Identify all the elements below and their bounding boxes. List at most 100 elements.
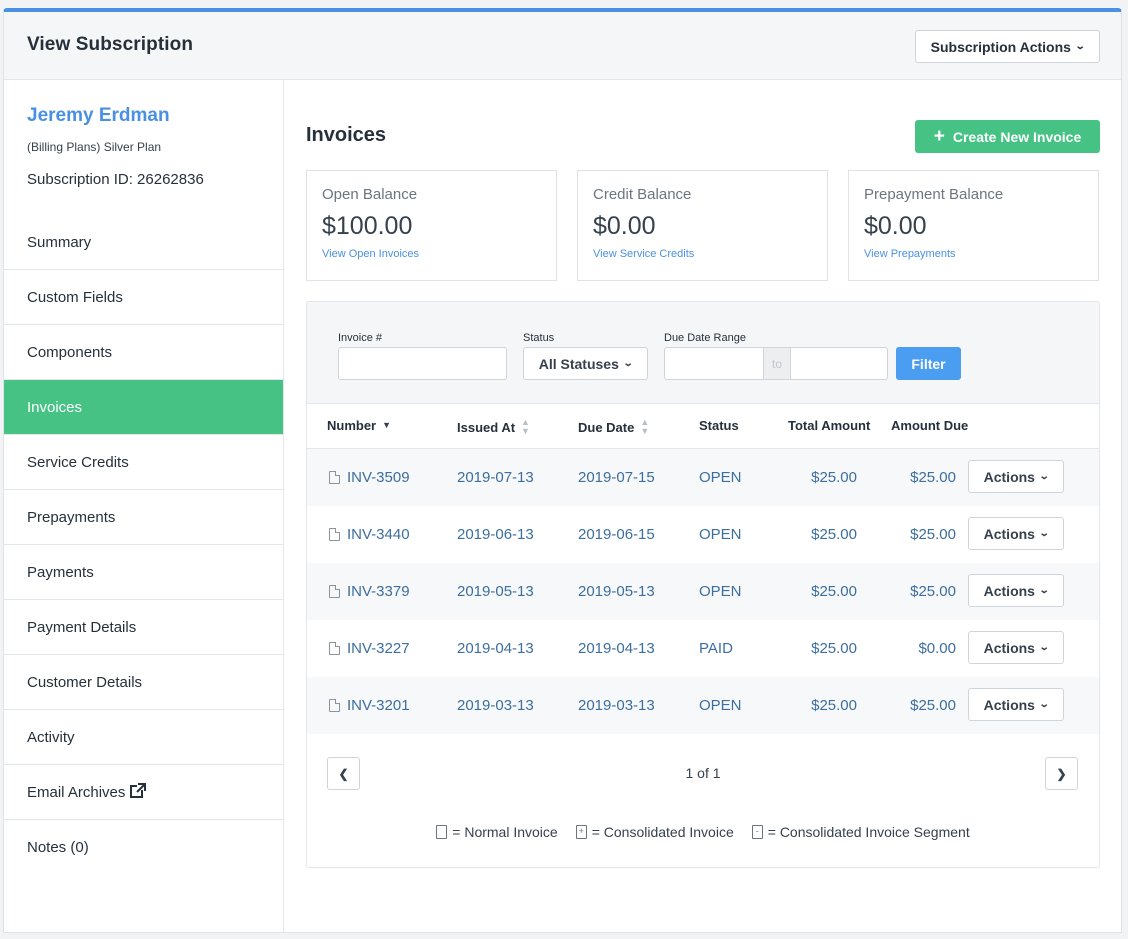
invoice-legend: = Normal Invoice + = Consolidated Invoic… xyxy=(307,824,1099,840)
subscription-actions-button[interactable]: Subscription Actions ⌄ xyxy=(915,30,1100,63)
row-actions-button[interactable]: Actions ⌄ xyxy=(968,574,1064,607)
invoices-title: Invoices xyxy=(306,124,387,146)
plan-name: (Billing Plans) Silver Plan xyxy=(27,140,162,154)
invoice-status: OPEN xyxy=(699,583,742,600)
plus-icon: + xyxy=(933,126,945,147)
next-page-button[interactable]: ❯ xyxy=(1045,757,1078,790)
sidebar-item-custom-fields[interactable]: Custom Fields xyxy=(4,270,283,325)
invoice-number-link[interactable]: INV-3201 xyxy=(329,677,410,734)
sidebar-item-label: Service Credits xyxy=(27,453,129,471)
credit-balance-card: Credit Balance $0.00 View Service Credit… xyxy=(577,170,828,281)
row-actions-label: Actions xyxy=(983,525,1035,542)
column-header-number[interactable]: Number ▼ xyxy=(327,418,391,433)
prepayment-balance-label: Prepayment Balance xyxy=(864,186,1004,203)
amount-due: $25.00 xyxy=(910,526,956,543)
column-header-label: Number xyxy=(327,418,377,433)
filter-button[interactable]: Filter xyxy=(896,347,961,380)
due-date: 2019-07-15 xyxy=(578,469,655,486)
column-header-due-date[interactable]: Due Date ▲ ▼ xyxy=(578,418,649,436)
issued-at: 2019-04-13 xyxy=(457,640,534,657)
issued-at: 2019-03-13 xyxy=(457,697,534,714)
invoice-number-link[interactable]: INV-3509 xyxy=(329,449,410,506)
amount-due: $25.00 xyxy=(910,583,956,600)
sidebar-item-payments[interactable]: Payments xyxy=(4,545,283,600)
sidebar-item-components[interactable]: Components xyxy=(4,325,283,380)
normal-invoice-icon xyxy=(436,825,448,839)
total-amount: $25.00 xyxy=(811,697,857,714)
normal-invoice-icon xyxy=(329,471,340,484)
open-balance-amount: $100.00 xyxy=(322,212,413,240)
chevron-right-icon: ❯ xyxy=(1056,766,1067,781)
sidebar-item-payment-details[interactable]: Payment Details xyxy=(4,600,283,655)
sidebar-item-customer-details[interactable]: Customer Details xyxy=(4,655,283,710)
chevron-down-icon: ⌄ xyxy=(622,358,634,369)
invoice-number-link[interactable]: INV-3440 xyxy=(329,506,410,563)
total-amount: $25.00 xyxy=(811,469,857,486)
sidebar-item-label: Payments xyxy=(27,563,94,581)
column-header-label: Amount Due xyxy=(891,418,969,433)
due-date-range-label: Due Date Range xyxy=(664,332,746,344)
subscription-id: Subscription ID: 26262836 xyxy=(27,171,204,188)
row-actions-button[interactable]: Actions ⌄ xyxy=(968,688,1064,721)
sort-icon: ▲ ▼ xyxy=(521,417,530,436)
issued-at: 2019-05-13 xyxy=(457,583,534,600)
invoice-number-link[interactable]: INV-3379 xyxy=(329,563,410,620)
legend-label: = Normal Invoice xyxy=(452,824,558,840)
sidebar-item-summary[interactable]: Summary xyxy=(4,215,283,270)
sidebar-item-notes[interactable]: Notes (0) xyxy=(4,820,283,875)
sidebar-item-label: Components xyxy=(27,343,113,361)
sidebar-item-label: Activity xyxy=(27,728,75,746)
column-header-issued-at[interactable]: Issued At ▲ ▼ xyxy=(457,418,530,436)
invoice-number: INV-3509 xyxy=(347,469,410,486)
row-actions-label: Actions xyxy=(983,639,1035,656)
invoice-status: OPEN xyxy=(699,526,742,543)
due-date-start-input[interactable] xyxy=(664,347,764,380)
column-header-total-amount: Total Amount xyxy=(788,418,870,433)
column-header-label: Issued At xyxy=(457,419,516,435)
external-link-icon xyxy=(130,782,147,802)
view-open-invoices-link[interactable]: View Open Invoices xyxy=(322,248,419,260)
subscription-actions-label: Subscription Actions xyxy=(930,38,1071,55)
credit-balance-amount: $0.00 xyxy=(593,212,656,240)
view-service-credits-link[interactable]: View Service Credits xyxy=(593,248,694,260)
status-select-value: All Statuses xyxy=(538,355,619,372)
legend-label: = Consolidated Invoice xyxy=(591,824,734,840)
legend-item: - = Consolidated Invoice Segment xyxy=(751,824,970,840)
table-row: INV-3201 2019-03-13 2019-03-13 OPEN $25.… xyxy=(307,677,1099,734)
invoice-number-input[interactable] xyxy=(338,347,507,380)
invoice-number-label: Invoice # xyxy=(338,332,383,344)
row-actions-label: Actions xyxy=(983,582,1035,599)
sidebar-nav: Summary Custom Fields Components Invoice… xyxy=(4,215,283,875)
legend-item: = Normal Invoice xyxy=(436,824,558,840)
invoice-status: PAID xyxy=(699,640,733,657)
row-actions-button[interactable]: Actions ⌄ xyxy=(968,631,1064,664)
row-actions-button[interactable]: Actions ⌄ xyxy=(968,460,1064,493)
due-date: 2019-03-13 xyxy=(578,697,655,714)
table-row: INV-3379 2019-05-13 2019-05-13 OPEN $25.… xyxy=(307,563,1099,620)
credit-balance-label: Credit Balance xyxy=(593,186,692,203)
create-new-invoice-label: Create New Invoice xyxy=(952,128,1082,145)
view-prepayments-link[interactable]: View Prepayments xyxy=(864,248,956,260)
open-balance-card: Open Balance $100.00 View Open Invoices xyxy=(306,170,557,281)
chevron-down-icon: ⌄ xyxy=(1074,41,1086,52)
sidebar-item-activity[interactable]: Activity xyxy=(4,710,283,765)
sort-desc-icon: ▼ xyxy=(382,420,392,430)
invoice-number-link[interactable]: INV-3227 xyxy=(329,620,410,677)
due-date-end-input[interactable] xyxy=(790,347,888,380)
sidebar-item-label: Notes (0) xyxy=(27,839,89,856)
sidebar-item-email-archives[interactable]: Email Archives xyxy=(4,765,283,820)
normal-invoice-icon xyxy=(329,528,340,541)
status-label: Status xyxy=(523,332,555,344)
column-header-label: Status xyxy=(699,418,739,433)
sidebar-item-prepayments[interactable]: Prepayments xyxy=(4,490,283,545)
invoice-status: OPEN xyxy=(699,469,742,486)
row-actions-label: Actions xyxy=(983,468,1035,485)
sidebar-item-invoices[interactable]: Invoices xyxy=(4,380,283,435)
consolidated-segment-icon: - xyxy=(751,825,763,839)
create-new-invoice-button[interactable]: + Create New Invoice xyxy=(915,120,1100,153)
sidebar-item-service-credits[interactable]: Service Credits xyxy=(4,435,283,490)
customer-name-link[interactable]: Jeremy Erdman xyxy=(27,105,170,127)
row-actions-button[interactable]: Actions ⌄ xyxy=(968,517,1064,550)
sidebar-item-label: Customer Details xyxy=(27,673,143,691)
status-select[interactable]: All Statuses ⌄ xyxy=(523,347,648,380)
